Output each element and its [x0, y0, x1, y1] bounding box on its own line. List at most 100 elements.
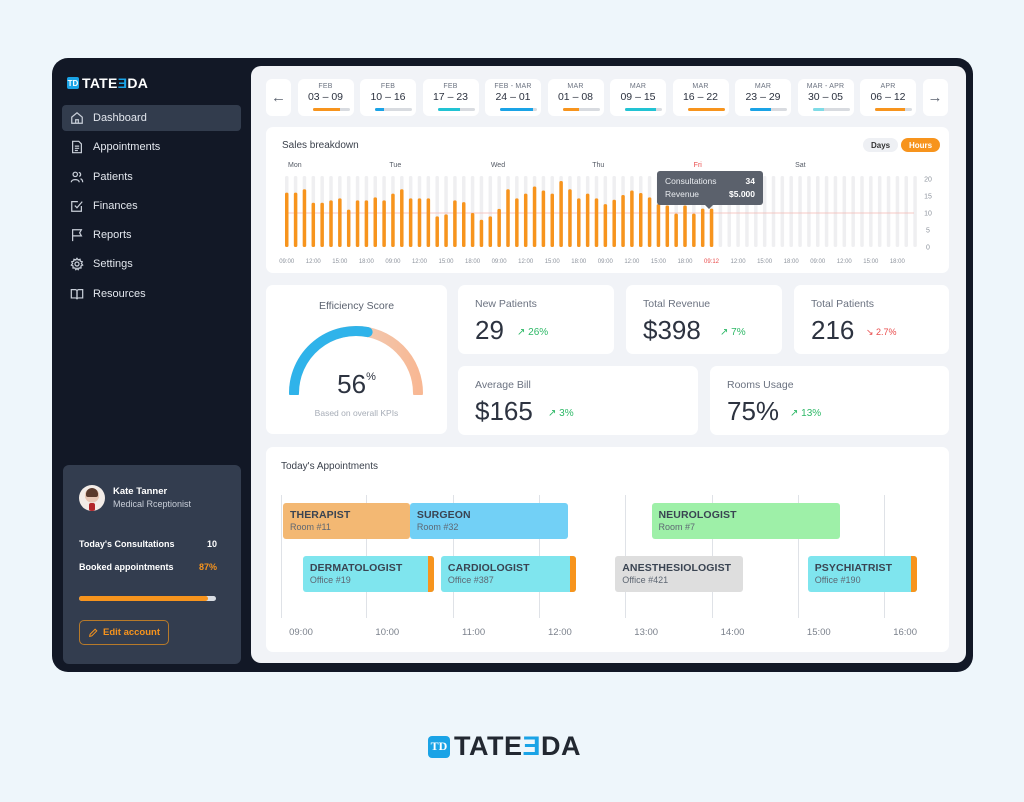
week-tab[interactable]: MAR - APR 30 – 05 [797, 79, 854, 116]
week-tab[interactable]: MAR 23 – 29 [735, 79, 791, 116]
week-days: 30 – 05 [807, 91, 844, 103]
week-tab[interactable]: FEB 10 – 16 [360, 79, 416, 116]
week-tab[interactable]: FEB - MAR 24 – 01 [485, 79, 541, 116]
sales-bar [417, 198, 422, 247]
sales-bar [550, 193, 554, 247]
sidebar-item-patients[interactable]: Patients [62, 164, 241, 190]
next-week-button[interactable]: → [922, 79, 948, 116]
week-days: 06 – 12 [870, 91, 906, 103]
sales-bar [523, 193, 528, 247]
book-icon [70, 288, 84, 300]
sales-bar [709, 208, 714, 247]
sales-bar [674, 213, 678, 247]
kpi-change: ↗ 13% [790, 408, 822, 419]
week-month: APR [880, 83, 896, 90]
week-progress-bar [812, 108, 850, 111]
bar-background [798, 176, 802, 247]
time-label: 09:00 [289, 627, 313, 638]
week-progress-fill [750, 108, 772, 111]
sales-bar [293, 192, 298, 247]
sales-bar [665, 205, 670, 247]
consultations-stat: Today's Consultations 10 [79, 539, 217, 549]
y-tick-label: 15 [924, 194, 932, 201]
booked-progress-bar [79, 596, 216, 601]
kpi-average-bill: Average Bill $165 ↗ 3% [458, 366, 698, 435]
sales-bar [568, 189, 572, 247]
week-tab[interactable]: MAR 16 – 22 [672, 79, 729, 116]
sales-bar [692, 213, 696, 247]
bar-background [913, 176, 917, 247]
appointment-specialty: SURGEON [416, 509, 471, 521]
pencil-icon [89, 628, 98, 637]
sidebar-item-appointments[interactable]: Appointments [62, 134, 241, 160]
week-selector: ← FEB 03 – 09 FEB 10 – 16 FEB 17 – 23 FEB - MA… [266, 79, 948, 116]
appointment-block[interactable]: SURGEON Room #32 [409, 503, 568, 539]
sales-bar [479, 219, 484, 247]
x-tick-label: 18:00 [359, 259, 375, 265]
bar-background [886, 176, 891, 247]
sales-bar [621, 194, 625, 247]
week-days: 03 – 09 [307, 91, 344, 103]
user-name: Kate Tanner [113, 486, 168, 497]
appointment-accent [911, 556, 918, 592]
week-progress-fill [500, 108, 533, 111]
x-tick-label: 12:00 [412, 259, 428, 265]
sales-bar [612, 199, 616, 247]
bar-background [789, 176, 793, 247]
sales-bar [647, 197, 652, 247]
kpi-label: Average Bill [475, 379, 531, 391]
kpi-new-patients: New Patients 29 ↗ 26% [458, 285, 614, 354]
week-month: MAR - APR [806, 83, 845, 90]
week-tab[interactable]: MAR 09 – 15 [610, 79, 666, 116]
sidebar-item-dashboard[interactable]: Dashboard [62, 105, 241, 131]
sidebar-item-reports[interactable]: Reports [62, 222, 241, 248]
chart-tooltip: Consultations 34 Revenue $5.000 [657, 171, 763, 209]
kpi-label: Total Revenue [643, 298, 711, 310]
kpi-change: ↗ 26% [517, 327, 549, 338]
appointment-block[interactable]: ANESTHESIOLOGIST Office #421 [615, 556, 743, 592]
prev-week-button[interactable]: ← [266, 79, 291, 116]
day-label: Mon [288, 162, 302, 169]
kpi-change: ↗ 3% [548, 408, 574, 419]
efficiency-value: 56% [337, 369, 376, 399]
sales-bar [285, 192, 289, 247]
sales-bar [488, 216, 493, 247]
sales-bar [506, 189, 510, 247]
edit-account-button[interactable]: Edit account [79, 620, 169, 645]
appointment-block[interactable]: NEUROLOGIST Room #7 [651, 503, 840, 539]
week-tab[interactable]: FEB 03 – 09 [297, 79, 354, 116]
week-month: MAR [692, 83, 709, 90]
sidebar-item-settings[interactable]: Settings [62, 251, 241, 277]
week-progress-fill [875, 108, 906, 111]
sales-bar [594, 198, 599, 247]
time-gridline [281, 495, 282, 618]
time-label: 10:00 [375, 627, 400, 638]
gear-icon [70, 257, 84, 272]
appointment-block[interactable]: DERMATOLOGIST Office #19 [302, 556, 435, 592]
kpi-value: 216 [811, 315, 855, 345]
sidebar-nav: Dashboard Appointments Patients Finances… [62, 105, 241, 310]
appointment-block[interactable]: PSYCHIATRIST Office #190 [807, 556, 918, 592]
sales-bar [559, 181, 563, 247]
sidebar-item-resources[interactable]: Resources [62, 281, 241, 307]
sales-bar [541, 190, 546, 247]
x-tick-label: 15:00 [651, 259, 667, 265]
week-month: MAR [567, 83, 584, 90]
kpi-value: $398 [643, 315, 701, 345]
week-progress-bar [375, 108, 412, 111]
x-tick-label: 09:00 [810, 259, 826, 265]
document-icon [72, 140, 82, 154]
kpi-value: 29 [475, 315, 504, 345]
x-tick-label: 09:00 [598, 259, 614, 265]
appointment-block[interactable]: THERAPIST Room #11 [283, 503, 410, 539]
sales-bar [355, 200, 360, 247]
x-tick-label: 09:00 [385, 259, 401, 265]
logo-mark-icon: TD [67, 77, 79, 89]
sales-bar [311, 202, 316, 247]
sales-bar [400, 189, 404, 247]
appointment-block[interactable]: CARDIOLOGIST Office #387 [440, 556, 577, 592]
week-tab[interactable]: MAR 01 – 08 [547, 79, 604, 116]
week-tab[interactable]: FEB 17 – 23 [422, 79, 479, 116]
sidebar-item-finances[interactable]: Finances [62, 193, 241, 219]
week-tab[interactable]: APR 06 – 12 [860, 79, 916, 116]
